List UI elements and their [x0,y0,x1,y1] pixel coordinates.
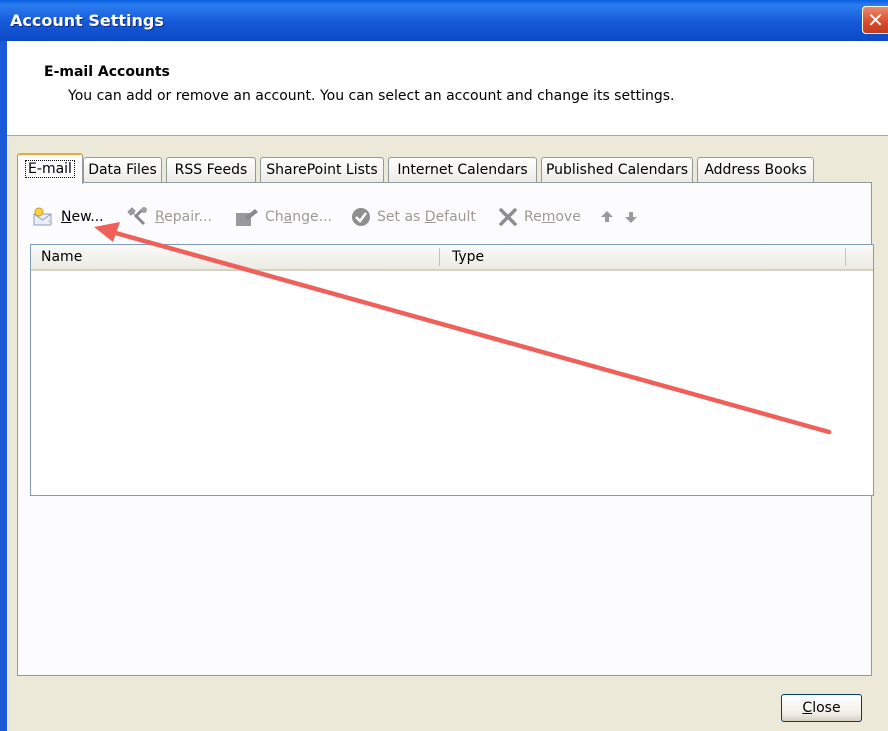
tab-label: Internet Calendars [397,162,528,178]
access-key: C [802,700,813,716]
close-window-button[interactable]: ✕ [862,6,888,34]
new-button[interactable]: New... [33,204,104,230]
access-key: D [424,209,436,225]
tab-rss-feeds[interactable]: RSS Feeds [166,157,256,182]
repair-icon [127,207,147,226]
label-text: epair... [164,209,212,225]
label-text: Re [524,209,542,225]
tab-label: E-mail [25,160,75,178]
remove-button[interactable]: Remove [498,204,581,230]
tab-data-files[interactable]: Data Files [83,157,162,182]
label-text: lose [812,700,841,716]
repair-button-label: Repair... [155,209,212,225]
checkmark-icon [352,208,370,226]
header-panel: E-mail Accounts You can add or remove an… [7,41,888,136]
tab-label: Address Books [704,162,807,178]
change-button[interactable]: Change... [235,204,332,230]
tab-published-calendars[interactable]: Published Calendars [541,157,693,182]
tab-label: Published Calendars [545,162,689,178]
list-header: Name Type [31,245,873,271]
set-as-default-label: Set as Default [377,209,476,225]
header-title: E-mail Accounts [44,64,170,80]
column-header-name[interactable]: Name [41,245,82,269]
new-button-label: New... [61,209,104,225]
access-key: m [541,209,556,225]
remove-x-icon [499,208,517,226]
change-button-label: Change... [265,209,332,225]
title-bar[interactable]: Account Settings ✕ [0,0,888,41]
column-divider[interactable] [439,248,440,266]
move-down-button[interactable] [623,204,639,230]
remove-button-label: Remove [524,209,581,225]
new-mail-icon [33,207,53,226]
move-down-arrow-icon [625,212,637,223]
label-text: nge... [292,209,332,225]
window-title: Account Settings [10,11,164,30]
tab-label: SharePoint Lists [266,162,378,178]
account-settings-window: Account Settings ✕ E-mail Accounts You c… [0,0,888,731]
tab-email[interactable]: E-mail [17,153,83,184]
label-text: efault [435,209,476,225]
label-text: Set as [377,209,425,225]
label-text: Ch [265,209,284,225]
move-up-arrow-icon [601,211,613,222]
access-key: N [61,209,72,225]
access-key: R [155,209,165,225]
label-text: ove [555,209,581,225]
change-icon [236,209,258,226]
window-frame [0,41,7,731]
label-text: ew... [71,209,104,225]
set-as-default-button[interactable]: Set as Default [351,204,476,230]
tab-internet-calendars[interactable]: Internet Calendars [388,157,537,182]
close-icon: ✕ [867,8,884,32]
tab-label: RSS Feeds [174,162,248,178]
close-button[interactable]: Close [781,694,862,722]
accounts-list[interactable]: Name Type [30,244,874,496]
move-up-button[interactable] [599,204,615,230]
tab-address-books[interactable]: Address Books [697,157,814,182]
tab-label: Data Files [88,162,157,178]
column-header-type[interactable]: Type [452,245,484,269]
access-key: a [283,209,293,225]
repair-button[interactable]: Repair... [127,204,212,230]
tab-sharepoint-lists[interactable]: SharePoint Lists [260,157,384,182]
column-divider[interactable] [845,248,846,266]
header-description: You can add or remove an account. You ca… [68,88,675,104]
